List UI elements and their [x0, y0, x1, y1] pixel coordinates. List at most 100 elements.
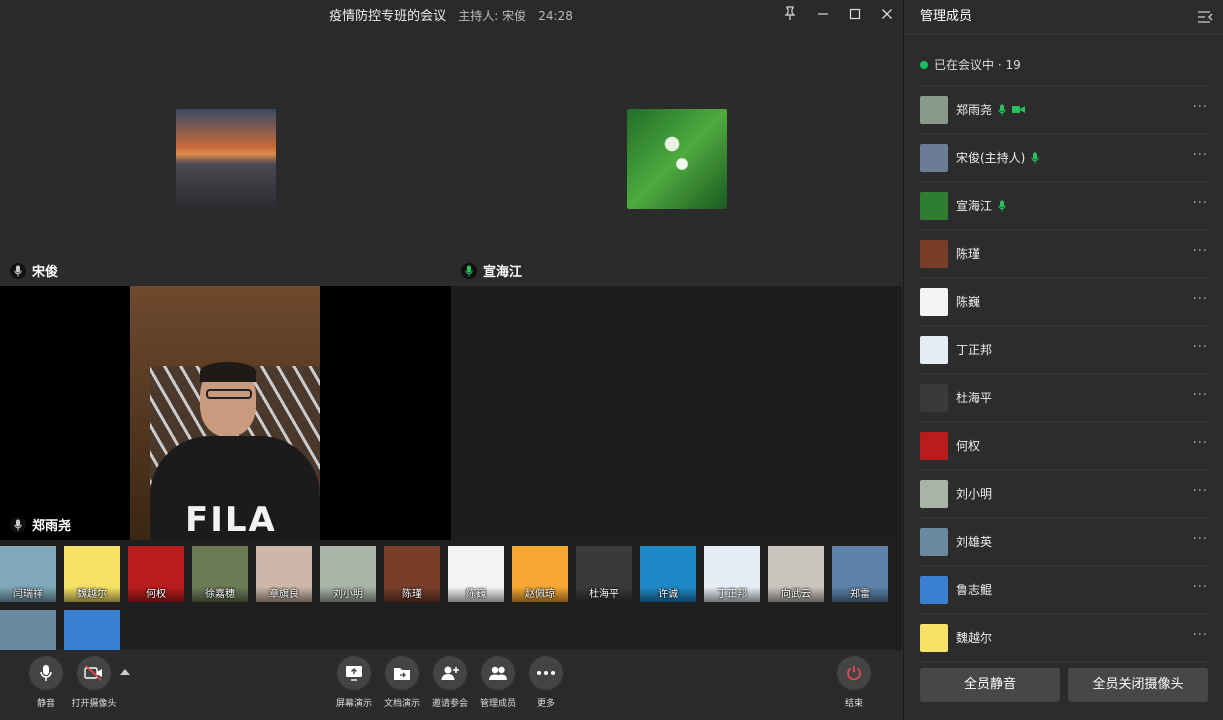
member-name: 杜海平 [956, 391, 993, 405]
member-name: 何权 [956, 439, 981, 453]
more-icon [529, 656, 563, 690]
mic-icon [10, 516, 26, 533]
video-speaker-name: 郑雨尧 [32, 519, 72, 534]
participant-thumbnail[interactable]: 何权 [128, 546, 184, 602]
maximize-icon[interactable] [843, 4, 867, 28]
pin-icon[interactable] [778, 4, 802, 28]
thumbnail-name: 丁正邦 [704, 587, 760, 602]
thumbnail-name: 杜海平 [576, 587, 632, 602]
more-options-icon[interactable]: ··· [1193, 484, 1208, 499]
title-bar: 疫情防控专班的会议 主持人: 宋俊 24:28 [0, 0, 902, 32]
meeting-title: 疫情防控专班的会议 [329, 9, 447, 24]
more-options-icon[interactable]: ··· [1193, 580, 1208, 595]
members-icon [481, 656, 515, 690]
meeting-app: 疫情防控专班的会议 主持人: 宋俊 24:28 宋俊 宣海江 FILA 郑雨尧 … [0, 0, 1223, 720]
mute-all-button[interactable]: 全员静音 [920, 668, 1060, 702]
participant-thumbnail[interactable]: 陈巍 [448, 546, 504, 602]
participant-tile[interactable]: 宣海江 [451, 32, 902, 286]
minimize-icon[interactable] [811, 4, 835, 28]
member-list: 郑雨尧 ··· 宋俊(主持人) ··· 宣海江 ··· 陈瑾 ··· 陈巍 ··· 丁正邦 ··· 杜海… [920, 86, 1208, 662]
more-options-icon[interactable]: ··· [1193, 436, 1208, 451]
more-options-icon[interactable]: ··· [1193, 340, 1208, 355]
online-dot-icon [920, 60, 928, 69]
member-row[interactable]: 鲁志鲲 ··· [920, 566, 1208, 614]
camera-button[interactable]: 打开摄像头 [64, 656, 124, 709]
mic-icon [10, 262, 26, 279]
screen-share-icon [337, 656, 371, 690]
member-row[interactable]: 刘小明 ··· [920, 470, 1208, 518]
power-icon [837, 656, 871, 690]
avatar [920, 479, 948, 508]
member-row[interactable]: 宋俊(主持人) ··· [920, 134, 1208, 182]
thumbnail-name: 陈巍 [448, 587, 504, 602]
participant-tile[interactable]: 宋俊 [0, 32, 451, 286]
member-name: 郑雨尧 [956, 103, 993, 117]
active-video-tile[interactable]: FILA 郑雨尧 [0, 286, 451, 540]
participant-name: 宣海江 [483, 265, 523, 280]
participant-thumbnail[interactable]: 魏越尔 [64, 546, 120, 602]
mic-icon [1031, 152, 1040, 164]
more-options-icon[interactable]: ··· [1193, 532, 1208, 547]
thumbnail-name: 徐嘉穗 [192, 587, 248, 602]
more-options-icon[interactable]: ··· [1193, 292, 1208, 307]
member-row[interactable]: 杜海平 ··· [920, 374, 1208, 422]
participant-thumbnail[interactable]: 郑雷 [832, 546, 888, 602]
panel-actions: 全员静音 全员关闭摄像头 [920, 668, 1208, 702]
meeting-toolbar: 静音 打开摄像头 屏幕演示 文档演示 邀请参会 管理成员 更多 结束 [0, 650, 902, 720]
members-panel: 管理成员 已在会议中 · 19 郑雨尧 ··· 宋俊(主持人) ··· 宣海江 ··· 陈瑾… [903, 0, 1223, 720]
thumbnail-name: 郑雷 [832, 587, 888, 602]
avatar [920, 95, 948, 124]
participant-thumbnail[interactable]: 闫瑞祥 [0, 546, 56, 602]
mic-icon [29, 656, 63, 690]
participant-thumbnail[interactable]: 许诚 [640, 546, 696, 602]
member-row[interactable]: 丁正邦 ··· [920, 326, 1208, 374]
member-name: 刘小明 [956, 487, 993, 501]
camera-off-all-button[interactable]: 全员关闭摄像头 [1068, 668, 1208, 702]
participant-thumbnail[interactable]: 杜海平 [576, 546, 632, 602]
thumbnail-name: 许诚 [640, 587, 696, 602]
collapse-panel-icon[interactable] [1197, 9, 1213, 23]
more-options-icon[interactable]: ··· [1193, 244, 1208, 259]
more-button[interactable]: 更多 [516, 656, 576, 709]
participant-thumbnail[interactable]: 向武云 [768, 546, 824, 602]
mic-icon [461, 262, 477, 279]
more-options-icon[interactable]: ··· [1193, 148, 1208, 163]
member-row[interactable]: 魏越尔 ··· [920, 614, 1208, 662]
participant-thumbnail[interactable]: 刘小明 [320, 546, 376, 602]
caret-up-icon[interactable] [120, 669, 130, 675]
mic-icon [998, 200, 1006, 212]
video-feed: FILA [130, 286, 320, 540]
participant-thumbnail[interactable]: 徐嘉穗 [192, 546, 248, 602]
avatar [627, 109, 727, 209]
more-options-icon[interactable]: ··· [1193, 196, 1208, 211]
avatar [920, 143, 948, 172]
participant-name-label: 宣海江 [461, 261, 522, 280]
member-row[interactable]: 陈瑾 ··· [920, 230, 1208, 278]
person-glasses [206, 389, 252, 399]
member-row[interactable]: 陈巍 ··· [920, 278, 1208, 326]
close-icon[interactable] [875, 4, 899, 28]
thumbnail-name: 章旗良 [256, 587, 312, 602]
thumbnail-name: 赵佩琼 [512, 587, 568, 602]
member-name: 陈瑾 [956, 247, 981, 261]
participant-thumbnail[interactable]: 赵佩琼 [512, 546, 568, 602]
more-options-icon[interactable]: ··· [1193, 628, 1208, 643]
avatar [920, 239, 948, 268]
member-row[interactable]: 郑雨尧 ··· [920, 86, 1208, 134]
more-options-icon[interactable]: ··· [1193, 388, 1208, 403]
thumbnail-name: 陈瑾 [384, 587, 440, 602]
member-row[interactable]: 何权 ··· [920, 422, 1208, 470]
participant-thumbnail[interactable]: 章旗良 [256, 546, 312, 602]
more-options-icon[interactable]: ··· [1193, 100, 1208, 115]
end-label: 结束 [844, 699, 863, 709]
member-row[interactable]: 宣海江 ··· [920, 182, 1208, 230]
member-row[interactable]: 刘雄英 ··· [920, 518, 1208, 566]
avatar [920, 431, 948, 460]
thumbnail-name: 何权 [128, 587, 184, 602]
end-meeting-button[interactable]: 结束 [824, 656, 884, 709]
thumbnail-name: 闫瑞祥 [0, 587, 56, 602]
participant-thumbnail[interactable]: 陈瑾 [384, 546, 440, 602]
participant-thumbnail[interactable]: 丁正邦 [704, 546, 760, 602]
thumbnail-name: 魏越尔 [64, 587, 120, 602]
mic-icon [998, 104, 1006, 116]
